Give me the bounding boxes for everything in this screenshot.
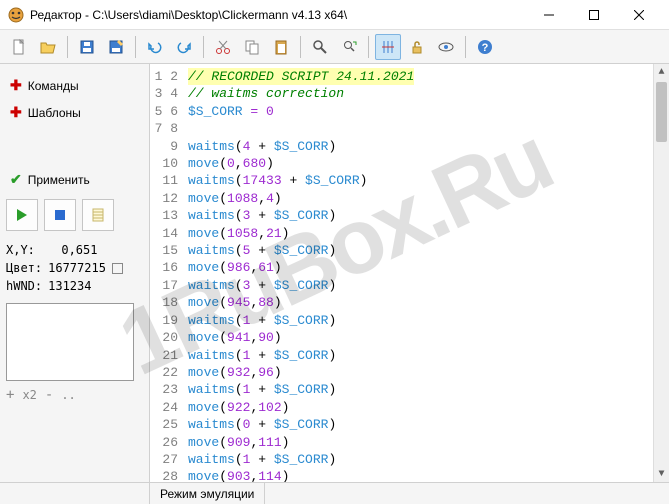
toolbar: ? (0, 30, 669, 64)
toolbar-separator (465, 36, 466, 58)
gridlines-button[interactable] (375, 34, 401, 60)
pixel-preview (6, 303, 134, 381)
stop-button[interactable] (44, 199, 76, 231)
hwnd-value: 131234 (48, 277, 91, 295)
apply-button[interactable]: ✔ Применить (6, 166, 143, 193)
check-icon: ✔ (10, 171, 22, 188)
scroll-down-button[interactable]: ▼ (654, 466, 669, 482)
undo-button[interactable] (142, 34, 168, 60)
copy-button[interactable] (239, 34, 265, 60)
app-icon (8, 7, 24, 23)
sidebar: ✚ Команды ✚ Шаблоны ✔ Применить X,Y: 0,6… (0, 64, 150, 482)
save-button[interactable] (74, 34, 100, 60)
zoom-separator: .. (61, 388, 75, 402)
status-mode: Режим эмуляции (150, 483, 265, 504)
zoom-level: x2 (22, 388, 36, 402)
unlock-button[interactable] (404, 34, 430, 60)
save-as-button[interactable] (103, 34, 129, 60)
status-cell-left (0, 483, 150, 504)
minimize-button[interactable] (526, 0, 571, 29)
toolbar-separator (300, 36, 301, 58)
paste-button[interactable] (268, 34, 294, 60)
scroll-thumb[interactable] (656, 82, 667, 142)
replace-button[interactable] (336, 34, 362, 60)
zoom-in-button[interactable]: + (6, 387, 14, 403)
cursor-info: X,Y: 0,651 Цвет: 16777215 hWND: 131234 (6, 241, 143, 295)
xy-value: 0,651 (61, 241, 97, 259)
line-gutter: 1 2 3 4 5 6 7 8 9 10 11 12 13 14 15 16 1… (150, 64, 184, 482)
toolbar-separator (203, 36, 204, 58)
maximize-button[interactable] (571, 0, 616, 29)
close-button[interactable] (616, 0, 661, 29)
statusbar: Режим эмуляции (0, 482, 669, 504)
open-file-button[interactable] (35, 34, 61, 60)
preview-button[interactable] (433, 34, 459, 60)
vertical-scrollbar[interactable]: ▲ ▼ (653, 64, 669, 482)
plus-icon: ✚ (10, 77, 22, 94)
hwnd-label: hWND: (6, 277, 42, 295)
toolbar-separator (67, 36, 68, 58)
help-button[interactable]: ? (472, 34, 498, 60)
zoom-out-button[interactable]: - (45, 387, 53, 403)
play-button[interactable] (6, 199, 38, 231)
code-area[interactable]: // RECORDED SCRIPT 24.11.2021 // waitms … (184, 64, 669, 482)
plus-icon: ✚ (10, 104, 22, 121)
code-editor[interactable]: 1 2 3 4 5 6 7 8 9 10 11 12 13 14 15 16 1… (150, 64, 669, 482)
apply-label: Применить (28, 173, 90, 187)
new-file-button[interactable] (6, 34, 32, 60)
toolbar-separator (135, 36, 136, 58)
color-label: Цвет: (6, 259, 42, 277)
window-title: Редактор - C:\Users\diami\Desktop\Clicke… (30, 8, 526, 22)
scroll-up-button[interactable]: ▲ (654, 64, 669, 80)
commands-label: Команды (28, 79, 79, 93)
templates-label: Шаблоны (28, 106, 81, 120)
toolbar-separator (368, 36, 369, 58)
cut-button[interactable] (210, 34, 236, 60)
svg-text:?: ? (482, 42, 489, 54)
notes-button[interactable] (82, 199, 114, 231)
titlebar: Редактор - C:\Users\diami\Desktop\Clicke… (0, 0, 669, 30)
xy-label: X,Y: (6, 241, 35, 259)
find-button[interactable] (307, 34, 333, 60)
color-checkbox[interactable] (112, 263, 123, 274)
color-value: 16777215 (48, 259, 106, 277)
zoom-controls: + x2 - .. (6, 387, 143, 403)
redo-button[interactable] (171, 34, 197, 60)
commands-button[interactable]: ✚ Команды (6, 72, 143, 99)
run-controls (6, 199, 143, 231)
main-area: ✚ Команды ✚ Шаблоны ✔ Применить X,Y: 0,6… (0, 64, 669, 482)
templates-button[interactable]: ✚ Шаблоны (6, 99, 143, 126)
